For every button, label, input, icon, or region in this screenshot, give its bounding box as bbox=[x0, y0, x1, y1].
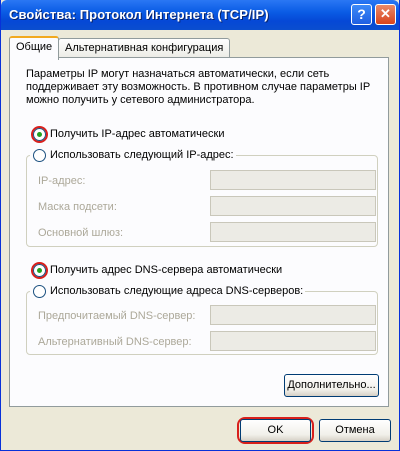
window-title: Свойства: Протокол Интернета (TCP/IP) bbox=[9, 7, 269, 22]
close-button[interactable]: ✕ bbox=[375, 4, 396, 25]
help-icon: ? bbox=[357, 6, 366, 22]
ip-address-field[interactable] bbox=[210, 170, 376, 190]
dns-auto-radio[interactable] bbox=[33, 264, 46, 277]
general-tab-panel: Параметры IP могут назначаться автоматич… bbox=[9, 57, 389, 407]
advanced-button[interactable]: Дополнительно... bbox=[284, 374, 379, 397]
ip-manual-radio[interactable] bbox=[33, 149, 46, 162]
ip-auto-label[interactable]: Получить IP-адрес автоматически bbox=[50, 128, 224, 140]
tab-alternate-config[interactable]: Альтернативная конфигурация bbox=[58, 38, 231, 58]
default-gateway-field[interactable] bbox=[210, 222, 376, 242]
info-text: Параметры IP могут назначаться автоматич… bbox=[26, 68, 370, 106]
alternate-dns-field[interactable] bbox=[210, 331, 376, 351]
subnet-mask-field[interactable] bbox=[210, 196, 376, 216]
default-gateway-label: Основной шлюз: bbox=[38, 227, 124, 239]
title-bar[interactable]: Свойства: Протокол Интернета (TCP/IP) ? … bbox=[1, 0, 399, 30]
subnet-mask-label: Маска подсети: bbox=[38, 201, 117, 213]
dialog-window: Свойства: Протокол Интернета (TCP/IP) ? … bbox=[0, 0, 400, 451]
dns-manual-radio[interactable] bbox=[33, 285, 46, 298]
ip-address-label: IP-адрес: bbox=[38, 175, 86, 187]
ip-manual-label[interactable]: Использовать следующий IP-адрес: bbox=[48, 149, 236, 161]
help-button[interactable]: ? bbox=[351, 4, 372, 25]
close-icon: ✕ bbox=[380, 6, 391, 21]
ip-auto-radio[interactable] bbox=[33, 128, 46, 141]
dns-manual-label[interactable]: Использовать следующие адреса DNS-сервер… bbox=[48, 285, 306, 297]
preferred-dns-label: Предпочитаемый DNS-сервер: bbox=[38, 310, 196, 322]
cancel-button[interactable]: Отмена bbox=[319, 419, 391, 442]
ok-button[interactable]: OK bbox=[240, 419, 311, 442]
tab-general[interactable]: Общие bbox=[9, 36, 60, 60]
preferred-dns-field[interactable] bbox=[210, 305, 376, 325]
alternate-dns-label: Альтернативный DNS-сервер: bbox=[38, 336, 192, 348]
dns-auto-label[interactable]: Получить адрес DNS-сервера автоматически bbox=[50, 264, 282, 276]
